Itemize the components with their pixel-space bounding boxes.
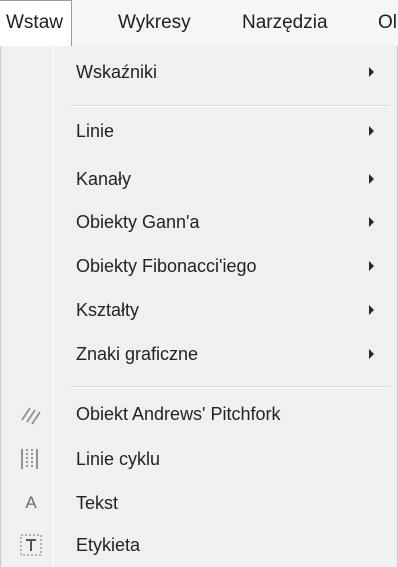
menu-item-label: Obiekty Fibonacci'iego [76,256,257,276]
menu-item-label: Kształty [76,300,140,320]
menu-bar: Wstaw Wykresy Narzędzia Ol [0,0,398,47]
menu-wykresy[interactable]: Wykresy [118,0,191,46]
menu-item-obiekty-ganna[interactable]: Obiekty Gann'a [1,203,397,241]
menu-item-label: Obiekt Andrews' Pitchfork [76,404,281,424]
menu-narzedzia[interactable]: Narzędzia [242,0,328,46]
menu-item-obiekty-fibonacciego[interactable]: Obiekty Fibonacci'iego [1,247,397,285]
menu-item-label: Linie [76,121,115,141]
menu-item-kanaly[interactable]: Kanały [1,160,397,198]
label-icon [18,533,44,557]
menu-item-label: Kanały [76,169,132,189]
menu-item-znaki-graficzne[interactable]: Znaki graficzne [1,335,397,373]
menu-item-label: Tekst [76,493,119,513]
submenu-arrow-icon [369,126,374,136]
menu-wstaw[interactable]: Wstaw [0,0,72,47]
menu-separator [71,105,389,107]
menu-item-label: Etykieta [76,535,141,555]
menu-item-tekst[interactable]: A Tekst [1,484,397,522]
menu-item-label: Obiekty Gann'a [76,212,200,232]
insert-dropdown-menu: Wskaźniki Linie Kanały Obiekty Gann'a Ob… [0,46,398,567]
menu-item-ksztalty[interactable]: Kształty [1,291,397,329]
cycle-lines-icon [18,447,44,471]
menu-item-wskazniki[interactable]: Wskaźniki [1,53,397,91]
menu-item-linie[interactable]: Linie [1,112,397,150]
submenu-arrow-icon [369,349,374,359]
pitchfork-icon [18,402,44,426]
submenu-arrow-icon [369,305,374,315]
menu-item-linie-cyklu[interactable]: Linie cyklu [1,440,397,478]
menu-item-andrews-pitchfork[interactable]: Obiekt Andrews' Pitchfork [1,395,397,433]
submenu-arrow-icon [369,174,374,184]
menu-item-label: Linie cyklu [76,449,161,469]
menu-item-label: Znaki graficzne [76,344,199,364]
text-icon: A [25,493,37,512]
menu-separator [71,386,389,388]
submenu-arrow-icon [369,217,374,227]
submenu-arrow-icon [369,67,374,77]
submenu-arrow-icon [369,261,374,271]
menu-ol[interactable]: Ol [378,0,397,46]
menu-item-label: Wskaźniki [76,62,158,82]
menu-item-etykieta[interactable]: Etykieta [1,526,397,564]
